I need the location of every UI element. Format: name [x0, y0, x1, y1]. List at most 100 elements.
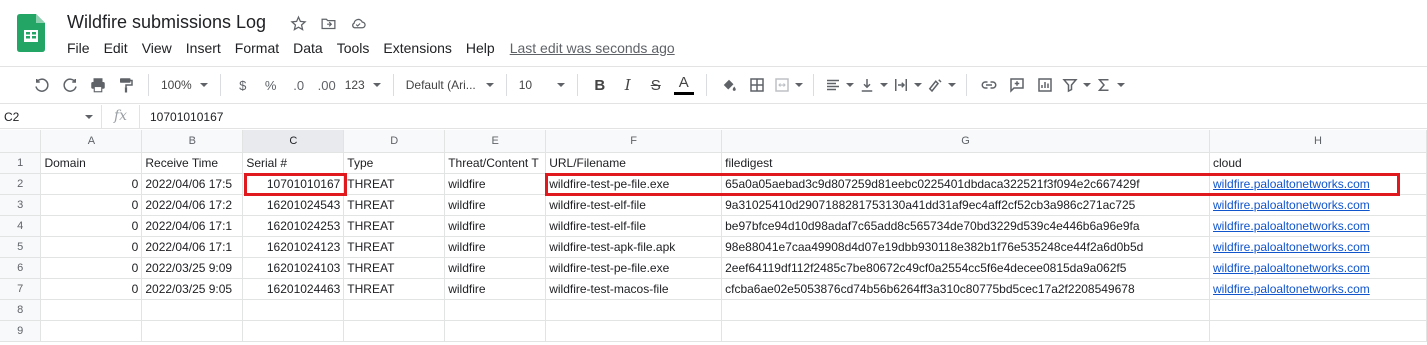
cell[interactable]: 2eef64119df112f2485c7be80672c49cf0a2554c… [721, 257, 1211, 279]
document-title[interactable]: Wildfire submissions Log [67, 12, 266, 33]
menu-help[interactable]: Help [459, 40, 502, 56]
row-header[interactable]: 7 [0, 278, 42, 300]
cell[interactable]: wildfire-test-elf-file [545, 215, 723, 237]
row-header[interactable]: 6 [0, 257, 42, 279]
cell[interactable]: 2022/04/06 17:1 [141, 215, 244, 237]
more-formats-select[interactable]: 123 [341, 78, 385, 92]
cell[interactable] [343, 320, 446, 342]
cell-link[interactable]: wildfire.paloaltonetworks.com [1209, 257, 1427, 279]
cell[interactable]: THREAT [343, 236, 446, 258]
cell[interactable] [242, 299, 345, 321]
cell[interactable]: 65a0a05aebad3c9d807259d81eebc0225401dbda… [721, 173, 1211, 195]
header-cell[interactable]: filedigest [721, 152, 1211, 174]
header-cell[interactable]: Type [343, 152, 446, 174]
cell[interactable]: wildfire [444, 278, 547, 300]
italic-button[interactable]: I [616, 72, 640, 98]
header-cell[interactable]: Domain [40, 152, 143, 174]
cell[interactable]: cfcba6ae02e5053876cd74b56b6264ff3a310c80… [721, 278, 1211, 300]
row-header[interactable]: 9 [0, 320, 42, 342]
menu-extensions[interactable]: Extensions [376, 40, 458, 56]
cell[interactable]: 2022/03/25 9:05 [141, 278, 244, 300]
menu-tools[interactable]: Tools [330, 40, 377, 56]
cell[interactable]: THREAT [343, 257, 446, 279]
cell[interactable]: 2022/04/06 17:2 [141, 194, 244, 216]
column-header-h[interactable]: H [1209, 130, 1427, 153]
cell[interactable] [721, 299, 1211, 321]
horizontal-align-icon[interactable] [824, 72, 854, 98]
cell[interactable]: wildfire-test-apk-file.apk [545, 236, 723, 258]
header-cell[interactable]: cloud [1209, 152, 1427, 174]
cell[interactable]: THREAT [343, 215, 446, 237]
cell[interactable]: 16201024253 [242, 215, 345, 237]
cell[interactable] [1209, 299, 1427, 321]
cell[interactable] [141, 320, 244, 342]
percent-format-button[interactable]: % [259, 72, 283, 98]
header-cell[interactable]: Threat/Content T [444, 152, 547, 174]
cell[interactable]: 0 [40, 173, 143, 195]
menu-format[interactable]: Format [228, 40, 286, 56]
cell[interactable]: 0 [40, 194, 143, 216]
cell[interactable]: 16201024123 [242, 236, 345, 258]
cell-link[interactable]: wildfire.paloaltonetworks.com [1209, 194, 1427, 216]
menu-insert[interactable]: Insert [179, 40, 228, 56]
row-header[interactable]: 4 [0, 215, 42, 237]
column-header-a[interactable]: A [40, 130, 143, 153]
currency-format-button[interactable]: $ [231, 72, 255, 98]
functions-icon[interactable] [1095, 72, 1125, 98]
cell[interactable] [40, 320, 143, 342]
row-header[interactable]: 3 [0, 194, 42, 216]
column-header-g[interactable]: G [721, 130, 1211, 153]
cell[interactable] [444, 299, 547, 321]
header-cell[interactable]: Serial # [242, 152, 345, 174]
column-header-b[interactable]: B [141, 130, 244, 153]
cell[interactable]: wildfire-test-pe-file.exe [545, 173, 723, 195]
row-header[interactable]: 1 [0, 152, 42, 174]
merge-cells-icon[interactable] [773, 72, 803, 98]
cell[interactable]: 2022/04/06 17:1 [141, 236, 244, 258]
cell[interactable]: wildfire-test-macos-file [545, 278, 723, 300]
zoom-select[interactable]: 100% [157, 78, 212, 92]
cell[interactable]: 0 [40, 278, 143, 300]
cell[interactable]: 0 [40, 257, 143, 279]
font-size-select[interactable]: 10 [515, 78, 569, 92]
star-icon[interactable] [287, 12, 309, 34]
cell[interactable] [40, 299, 143, 321]
undo-icon[interactable] [30, 72, 54, 98]
cell[interactable]: THREAT [343, 194, 446, 216]
column-header-f[interactable]: F [545, 130, 723, 153]
cell[interactable] [545, 320, 723, 342]
text-wrap-icon[interactable] [892, 72, 922, 98]
strikethrough-button[interactable]: S [644, 72, 668, 98]
cell[interactable]: 16201024543 [242, 194, 345, 216]
cell[interactable] [242, 320, 345, 342]
cell[interactable]: wildfire-test-pe-file.exe [545, 257, 723, 279]
cell[interactable]: be97bfce94d10d98adaf7c65add8c565734de70b… [721, 215, 1211, 237]
row-header[interactable]: 8 [0, 299, 42, 321]
google-sheets-logo-icon[interactable] [17, 14, 45, 52]
cell[interactable] [141, 299, 244, 321]
row-header[interactable]: 5 [0, 236, 42, 258]
fill-color-icon[interactable] [717, 72, 741, 98]
header-cell[interactable]: Receive Time [141, 152, 244, 174]
insert-link-icon[interactable] [977, 72, 1001, 98]
bold-button[interactable]: B [588, 72, 612, 98]
cell[interactable]: 2022/03/25 9:09 [141, 257, 244, 279]
menu-data[interactable]: Data [286, 40, 330, 56]
redo-icon[interactable] [58, 72, 82, 98]
cell[interactable]: wildfire [444, 236, 547, 258]
cell[interactable] [343, 299, 446, 321]
print-icon[interactable] [86, 72, 110, 98]
cell[interactable]: 16201024463 [242, 278, 345, 300]
cell[interactable]: THREAT [343, 278, 446, 300]
cell[interactable] [721, 320, 1211, 342]
column-header-e[interactable]: E [444, 130, 547, 153]
cell[interactable]: 10701010167 [242, 173, 345, 195]
last-edit-link[interactable]: Last edit was seconds ago [510, 40, 675, 56]
cell[interactable]: wildfire-test-elf-file [545, 194, 723, 216]
cell[interactable]: THREAT [343, 173, 446, 195]
cell[interactable] [545, 299, 723, 321]
text-rotation-icon[interactable] [926, 72, 956, 98]
column-header-c[interactable]: C [242, 130, 345, 153]
cell-link[interactable]: wildfire.paloaltonetworks.com [1209, 215, 1427, 237]
insert-chart-icon[interactable] [1033, 72, 1057, 98]
